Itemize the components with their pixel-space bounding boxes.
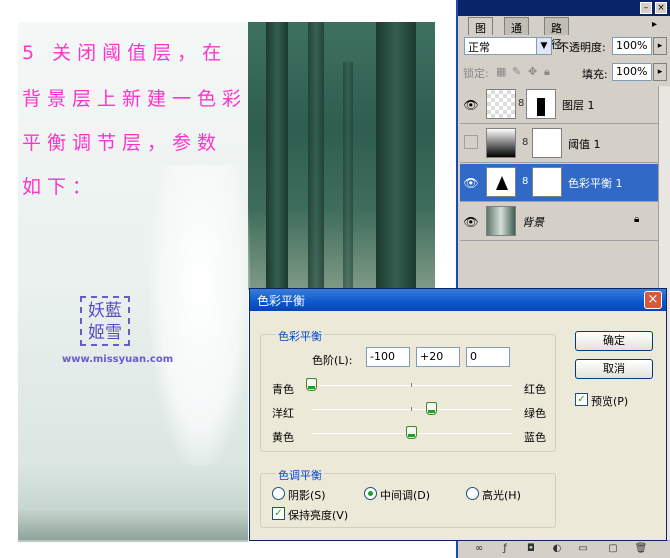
mask-icon[interactable]: ◘	[524, 543, 538, 557]
group-icon[interactable]: ▭	[576, 543, 590, 557]
layer-mask-thumbnail	[532, 167, 562, 197]
close-icon[interactable]: ×	[655, 2, 667, 14]
forest-image	[248, 22, 435, 290]
fill-field[interactable]: 100%	[612, 63, 652, 81]
slider-left-label: 青色	[272, 383, 294, 396]
instruction-line: 平衡调节层，参数	[22, 132, 223, 154]
slider-thumb-yellow-blue[interactable]	[406, 426, 417, 439]
instruction-line: 如下：	[22, 176, 98, 198]
tab-layers[interactable]: 图层	[468, 17, 493, 51]
link-icon: 8	[518, 98, 525, 109]
opacity-label: 不透明度:	[558, 41, 606, 54]
eye-icon[interactable]: 👁︎	[462, 96, 480, 114]
close-icon[interactable]: ×	[644, 291, 662, 309]
panel-footer: ∞ ƒ ◘ ◐ ▭ ▢ 🗑︎	[458, 540, 670, 558]
radio-label[interactable]: 高光(H)	[482, 487, 521, 503]
watermark-seal: 妖藍 姬雪	[80, 296, 130, 346]
dialog-title: 色彩平衡	[257, 294, 306, 308]
tab-paths[interactable]: 路径	[544, 17, 569, 51]
slider-thumb-magenta-green[interactable]	[426, 402, 437, 415]
adjustment-layer-icon[interactable]: ◐	[550, 543, 564, 557]
layer-name[interactable]: 背景	[522, 214, 544, 230]
radio-midtones[interactable]	[364, 487, 377, 500]
layer-name[interactable]: 阈值 1	[568, 136, 601, 152]
site-watermark: www.missyuan.com	[62, 354, 174, 365]
radio-shadows[interactable]	[272, 487, 285, 500]
lock-icon: 🔒︎	[634, 214, 640, 225]
chevron-down-icon: ▼	[536, 38, 551, 54]
threshold-icon	[486, 128, 516, 158]
new-layer-icon[interactable]: ▢	[606, 543, 620, 557]
slider-right-label: 蓝色	[524, 431, 546, 444]
instruction-line: 背景层上新建一色彩	[22, 88, 248, 110]
level-magenta-green-field[interactable]: +20	[416, 347, 460, 367]
layer-mask-thumbnail	[532, 128, 562, 158]
layer-style-icon[interactable]: ƒ	[498, 543, 512, 557]
fill-arrow-icon[interactable]: ▸	[653, 63, 667, 81]
eye-icon[interactable]: 👁︎	[462, 213, 480, 231]
checkbox-label[interactable]: 预览(P)	[591, 393, 628, 409]
fill-label: 填充:	[582, 68, 608, 81]
color-balance-icon	[486, 167, 516, 197]
slider-track[interactable]	[312, 385, 512, 386]
blend-mode-select[interactable]: 正常 ▼	[464, 37, 552, 55]
layer-thumbnail	[486, 206, 516, 236]
instruction-line: 5 关闭阈值层，在	[22, 42, 228, 64]
layer-row[interactable]: 👁︎ 背景 🔒︎	[460, 203, 658, 241]
panel-menu-icon[interactable]: ▸	[652, 19, 657, 30]
minimize-icon[interactable]: –	[640, 2, 652, 14]
eye-toggle-empty[interactable]	[464, 135, 478, 149]
levels-label: 色阶(L):	[312, 354, 353, 367]
tab-channels[interactable]: 通道	[504, 17, 529, 51]
slider-right-label: 红色	[524, 383, 546, 396]
layer-mask-thumbnail	[526, 89, 556, 119]
color-balance-dialog: 色彩平衡 × 色彩平衡 色阶(L): -100 +20 0 青色 红色 洋红 绿…	[249, 288, 667, 541]
layer-row[interactable]: 8 阈值 1	[460, 125, 658, 163]
group-title: 色彩平衡	[276, 328, 324, 344]
link-layers-icon[interactable]: ∞	[472, 543, 486, 557]
layer-row[interactable]: 👁︎ 8 图层 1	[460, 86, 658, 124]
lock-all-icon[interactable]: 🔒︎	[544, 65, 550, 79]
layer-row-selected[interactable]: 👁︎ 8 色彩平衡 1	[460, 164, 658, 202]
slider-left-label: 洋红	[272, 407, 294, 420]
ok-button[interactable]: 确定	[575, 331, 653, 351]
slider-thumb-cyan-red[interactable]	[306, 378, 317, 391]
preserve-luminosity-checkbox[interactable]: ✓	[272, 507, 285, 520]
opacity-field[interactable]: 100%	[612, 37, 652, 55]
preview-checkbox[interactable]: ✓	[575, 393, 588, 406]
trash-icon[interactable]: 🗑︎	[634, 543, 648, 557]
layer-name[interactable]: 色彩平衡 1	[568, 175, 623, 191]
lock-label: 锁定:	[463, 67, 489, 80]
layer-name[interactable]: 图层 1	[562, 97, 595, 113]
link-icon: 8	[522, 137, 529, 148]
bride-figure	[150, 165, 250, 465]
lock-brush-icon[interactable]: ✎	[512, 65, 521, 78]
opacity-arrow-icon[interactable]: ▸	[653, 37, 667, 55]
slider-track[interactable]	[312, 409, 512, 410]
photo-ground	[18, 510, 248, 540]
radio-highlights[interactable]	[466, 487, 479, 500]
lock-move-icon[interactable]: ✥	[528, 65, 537, 78]
radio-label[interactable]: 中间调(D)	[380, 487, 430, 503]
layer-thumbnail	[486, 89, 516, 119]
cancel-button[interactable]: 取消	[575, 359, 653, 379]
slider-left-label: 黄色	[272, 431, 294, 444]
link-icon: 8	[522, 176, 529, 187]
level-cyan-red-field[interactable]: -100	[366, 347, 410, 367]
radio-label[interactable]: 阴影(S)	[288, 487, 326, 503]
group-title: 色调平衡	[276, 467, 324, 483]
dialog-titlebar[interactable]: 色彩平衡 ×	[250, 289, 666, 311]
lock-transparency-icon[interactable]: ▦	[496, 65, 506, 78]
checkbox-label[interactable]: 保持亮度(V)	[288, 507, 348, 523]
panel-titlebar[interactable]: – ×	[458, 0, 670, 16]
eye-icon[interactable]: 👁︎	[462, 174, 480, 192]
level-yellow-blue-field[interactable]: 0	[466, 347, 510, 367]
slider-right-label: 绿色	[524, 407, 546, 420]
